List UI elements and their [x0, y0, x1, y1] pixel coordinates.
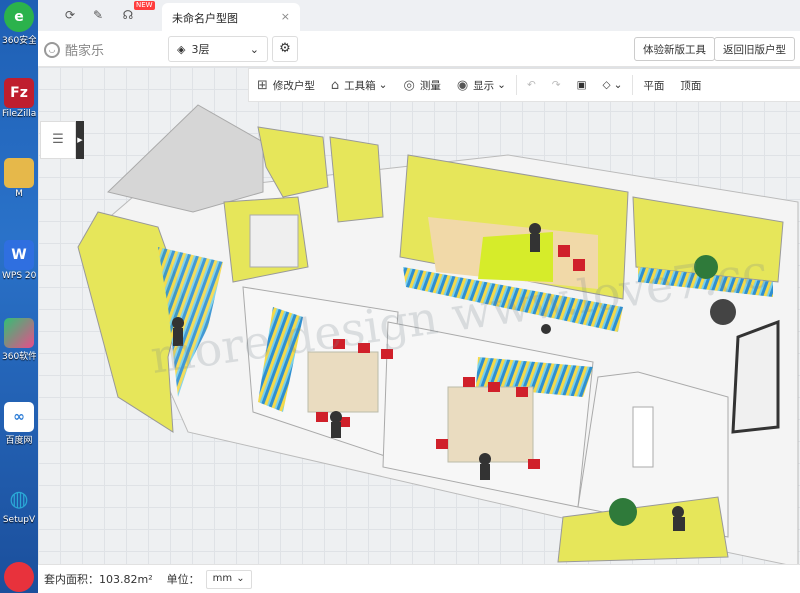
display-button[interactable]: ◉ 显示 ⌄ [449, 68, 514, 102]
desktop-icon-setup[interactable]: ◍ SetupV [2, 484, 36, 526]
desktop-icon-baidu[interactable]: ∞ 百度网 [2, 402, 36, 446]
desk-group-right [447, 386, 534, 463]
top-bar: ◡ 酷家乐 ◈ 3层 ⌄ ⚙ 体验新版工具 返回旧版户型 [38, 31, 800, 67]
filezilla-icon: Fz [4, 78, 34, 108]
undo-icon[interactable]: ↶ [519, 68, 544, 102]
measure-button[interactable]: ◎ 测量 [395, 68, 448, 102]
refresh-icon[interactable]: ⟳ [62, 7, 78, 23]
edit-floorplan-button[interactable]: ⊞ 修改户型 [249, 68, 323, 102]
wps-icon: W [4, 240, 34, 270]
app-logo: ◡ 酷家乐 [44, 40, 104, 59]
tools-icon[interactable]: ✎ [90, 7, 106, 23]
try-new-tool-button[interactable]: 体验新版工具 [634, 37, 715, 61]
desktop-icon-filezilla[interactable]: Fz FileZilla [2, 78, 36, 119]
desktop-icon-360[interactable]: e 360安全 [2, 2, 36, 46]
floorplan-canvas[interactable]: more design www.love7.cc [38, 67, 800, 564]
return-old-version-button[interactable]: 返回旧版户型 [714, 37, 795, 61]
smile-logo-icon: ◡ [44, 41, 60, 58]
floor-selector[interactable]: ◈ 3层 ⌄ [168, 36, 268, 62]
counter [632, 406, 654, 468]
360-software-icon [4, 318, 34, 348]
measure-icon: ◎ [403, 77, 415, 93]
view-top-button[interactable]: 顶面 [672, 68, 709, 102]
toolbox-button[interactable]: ⌂ 工具箱 ⌄ [323, 68, 396, 102]
plant-2 [609, 498, 637, 526]
green-sofa [478, 232, 553, 282]
gear-icon[interactable]: ⚙ [272, 36, 298, 62]
close-icon[interactable]: × [281, 10, 290, 23]
desktop-icon-wps[interactable]: W WPS 20 [2, 240, 36, 281]
desktop-icon-music[interactable] [2, 562, 36, 592]
desktop-strip: e 360安全 Fz FileZilla M W WPS 20 360软件 ∞ … [0, 0, 38, 593]
folder-icon [4, 158, 34, 188]
floorplan-3d-view[interactable] [38, 67, 800, 564]
area-info: 套内面积：103.82m² [44, 573, 153, 586]
toolbox-icon: ⌂ [330, 77, 340, 93]
baidu-netdisk-icon: ∞ [4, 402, 34, 432]
floorplan-icon: ⊞ [257, 77, 268, 93]
chevron-down-icon: ⌄ [249, 42, 259, 56]
panel-toggle-arrow-icon[interactable]: ▶ [76, 121, 84, 159]
void-area [106, 104, 264, 213]
plant-1 [694, 255, 718, 279]
desktop-icon-360soft[interactable]: 360软件 [2, 318, 36, 362]
360-browser-icon: e [4, 2, 34, 32]
chevron-down-icon: ⌄ [378, 79, 388, 91]
status-bar: 套内面积：103.82m² 单位： mm ⌄ [38, 564, 800, 593]
yellow-room-2 [329, 136, 384, 223]
chevron-down-icon: ⌄ [613, 79, 623, 91]
edit-toolbar: ⊞ 修改户型 ⌂ 工具箱 ⌄ ◎ 测量 ◉ 显示 ⌄ ↶ ↷ ▣ ◇ ⌄ 平面 顶面 [248, 68, 800, 102]
eye-icon: ◉ [456, 77, 469, 93]
new-badge: NEW [134, 1, 155, 10]
glass-door [731, 319, 780, 434]
redo-icon[interactable]: ↷ [544, 68, 569, 102]
round-chair [710, 299, 736, 325]
chevron-down-icon: ⌄ [497, 79, 506, 91]
desktop-icon-folder[interactable]: M [2, 158, 36, 199]
tab-untitled-floorplan[interactable]: 未命名户型图 × [162, 3, 300, 31]
view-2d-button[interactable]: 平面 [635, 68, 672, 102]
layers-icon: ◈ [177, 42, 186, 56]
eraser-icon[interactable]: ◇ ⌄ [595, 68, 631, 102]
music-app-icon [4, 562, 34, 592]
save-icon[interactable]: ▣ [569, 68, 595, 102]
tab-title: 未命名户型图 [172, 12, 238, 25]
setup-icon: ◍ [9, 486, 29, 512]
unit-select[interactable]: mm ⌄ [205, 569, 252, 589]
list-icon[interactable]: ☰ [40, 121, 76, 159]
desk-group-left [307, 351, 379, 413]
app-window: ⟳ ✎ ☊ NEW 未命名户型图 × ◡ 酷家乐 ◈ 3层 ⌄ ⚙ 体验新版工具… [38, 0, 800, 593]
tab-bar: ⟳ ✎ ☊ NEW 未命名户型图 × [38, 0, 800, 31]
door-panel [249, 214, 299, 268]
chevron-down-icon: ⌄ [236, 572, 245, 584]
unit-label: 单位： [166, 573, 200, 586]
